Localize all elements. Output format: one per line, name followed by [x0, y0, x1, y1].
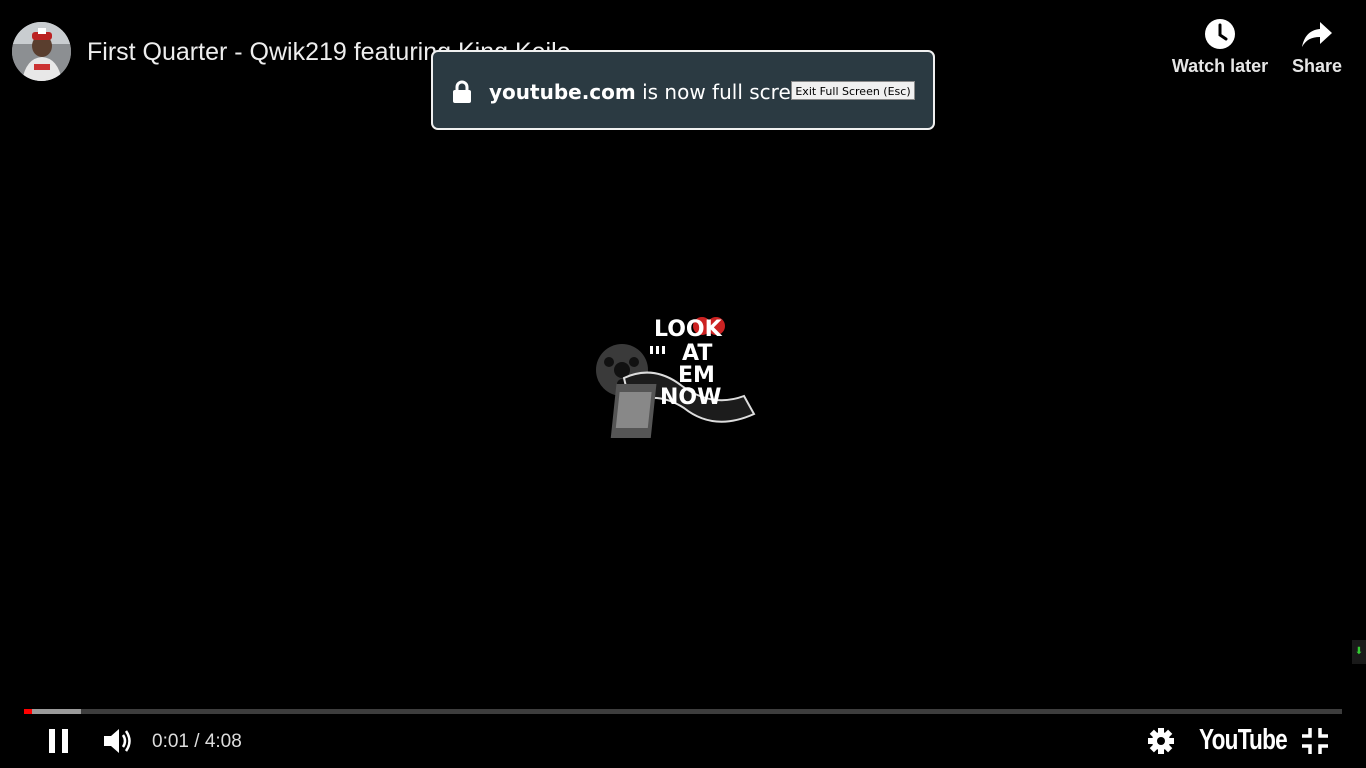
logo-text-now: NOW	[660, 385, 721, 410]
lock-icon	[453, 80, 471, 103]
progress-buffered	[24, 709, 81, 714]
duration: 4:08	[204, 731, 242, 752]
watch-later-button[interactable]: Watch later	[1168, 18, 1272, 77]
fullscreen-notice: youtube.com is now full screen Exit Full…	[431, 50, 935, 130]
watch-later-label: Watch later	[1171, 56, 1269, 76]
share-arrow-icon	[1302, 22, 1332, 47]
fullscreen-domain: youtube.com	[489, 80, 636, 104]
share-label: Share	[1291, 56, 1343, 76]
progress-bar[interactable]	[24, 709, 1342, 714]
pause-button[interactable]	[46, 727, 72, 755]
current-time: 0:01	[152, 731, 189, 752]
mute-button[interactable]	[102, 725, 136, 757]
settings-button[interactable]	[1145, 725, 1177, 757]
clock-icon	[1205, 19, 1235, 49]
exit-fullscreen-notice-button[interactable]: Exit Full Screen (Esc)	[791, 81, 915, 100]
time-display: 0:01 / 4:08	[152, 731, 242, 753]
fullscreen-message: youtube.com is now full screen	[489, 80, 816, 104]
channel-avatar[interactable]	[12, 22, 71, 81]
youtube-logo-button[interactable]: YouTube	[1199, 724, 1288, 757]
fullscreen-status-text: is now full screen	[642, 80, 816, 104]
channel-logo: LOOK AT EM NOW	[596, 317, 756, 438]
progress-played	[24, 709, 32, 714]
pause-icon	[49, 729, 68, 753]
share-button[interactable]: Share	[1288, 18, 1346, 77]
time-separator: /	[188, 731, 205, 752]
exit-fullscreen-icon	[1302, 728, 1328, 754]
logo-text-look: LOOK	[654, 317, 723, 342]
gear-icon	[1148, 728, 1174, 754]
volume-icon	[104, 729, 131, 753]
exit-fullscreen-button[interactable]	[1300, 726, 1330, 756]
channel-avatar-image	[12, 22, 71, 81]
